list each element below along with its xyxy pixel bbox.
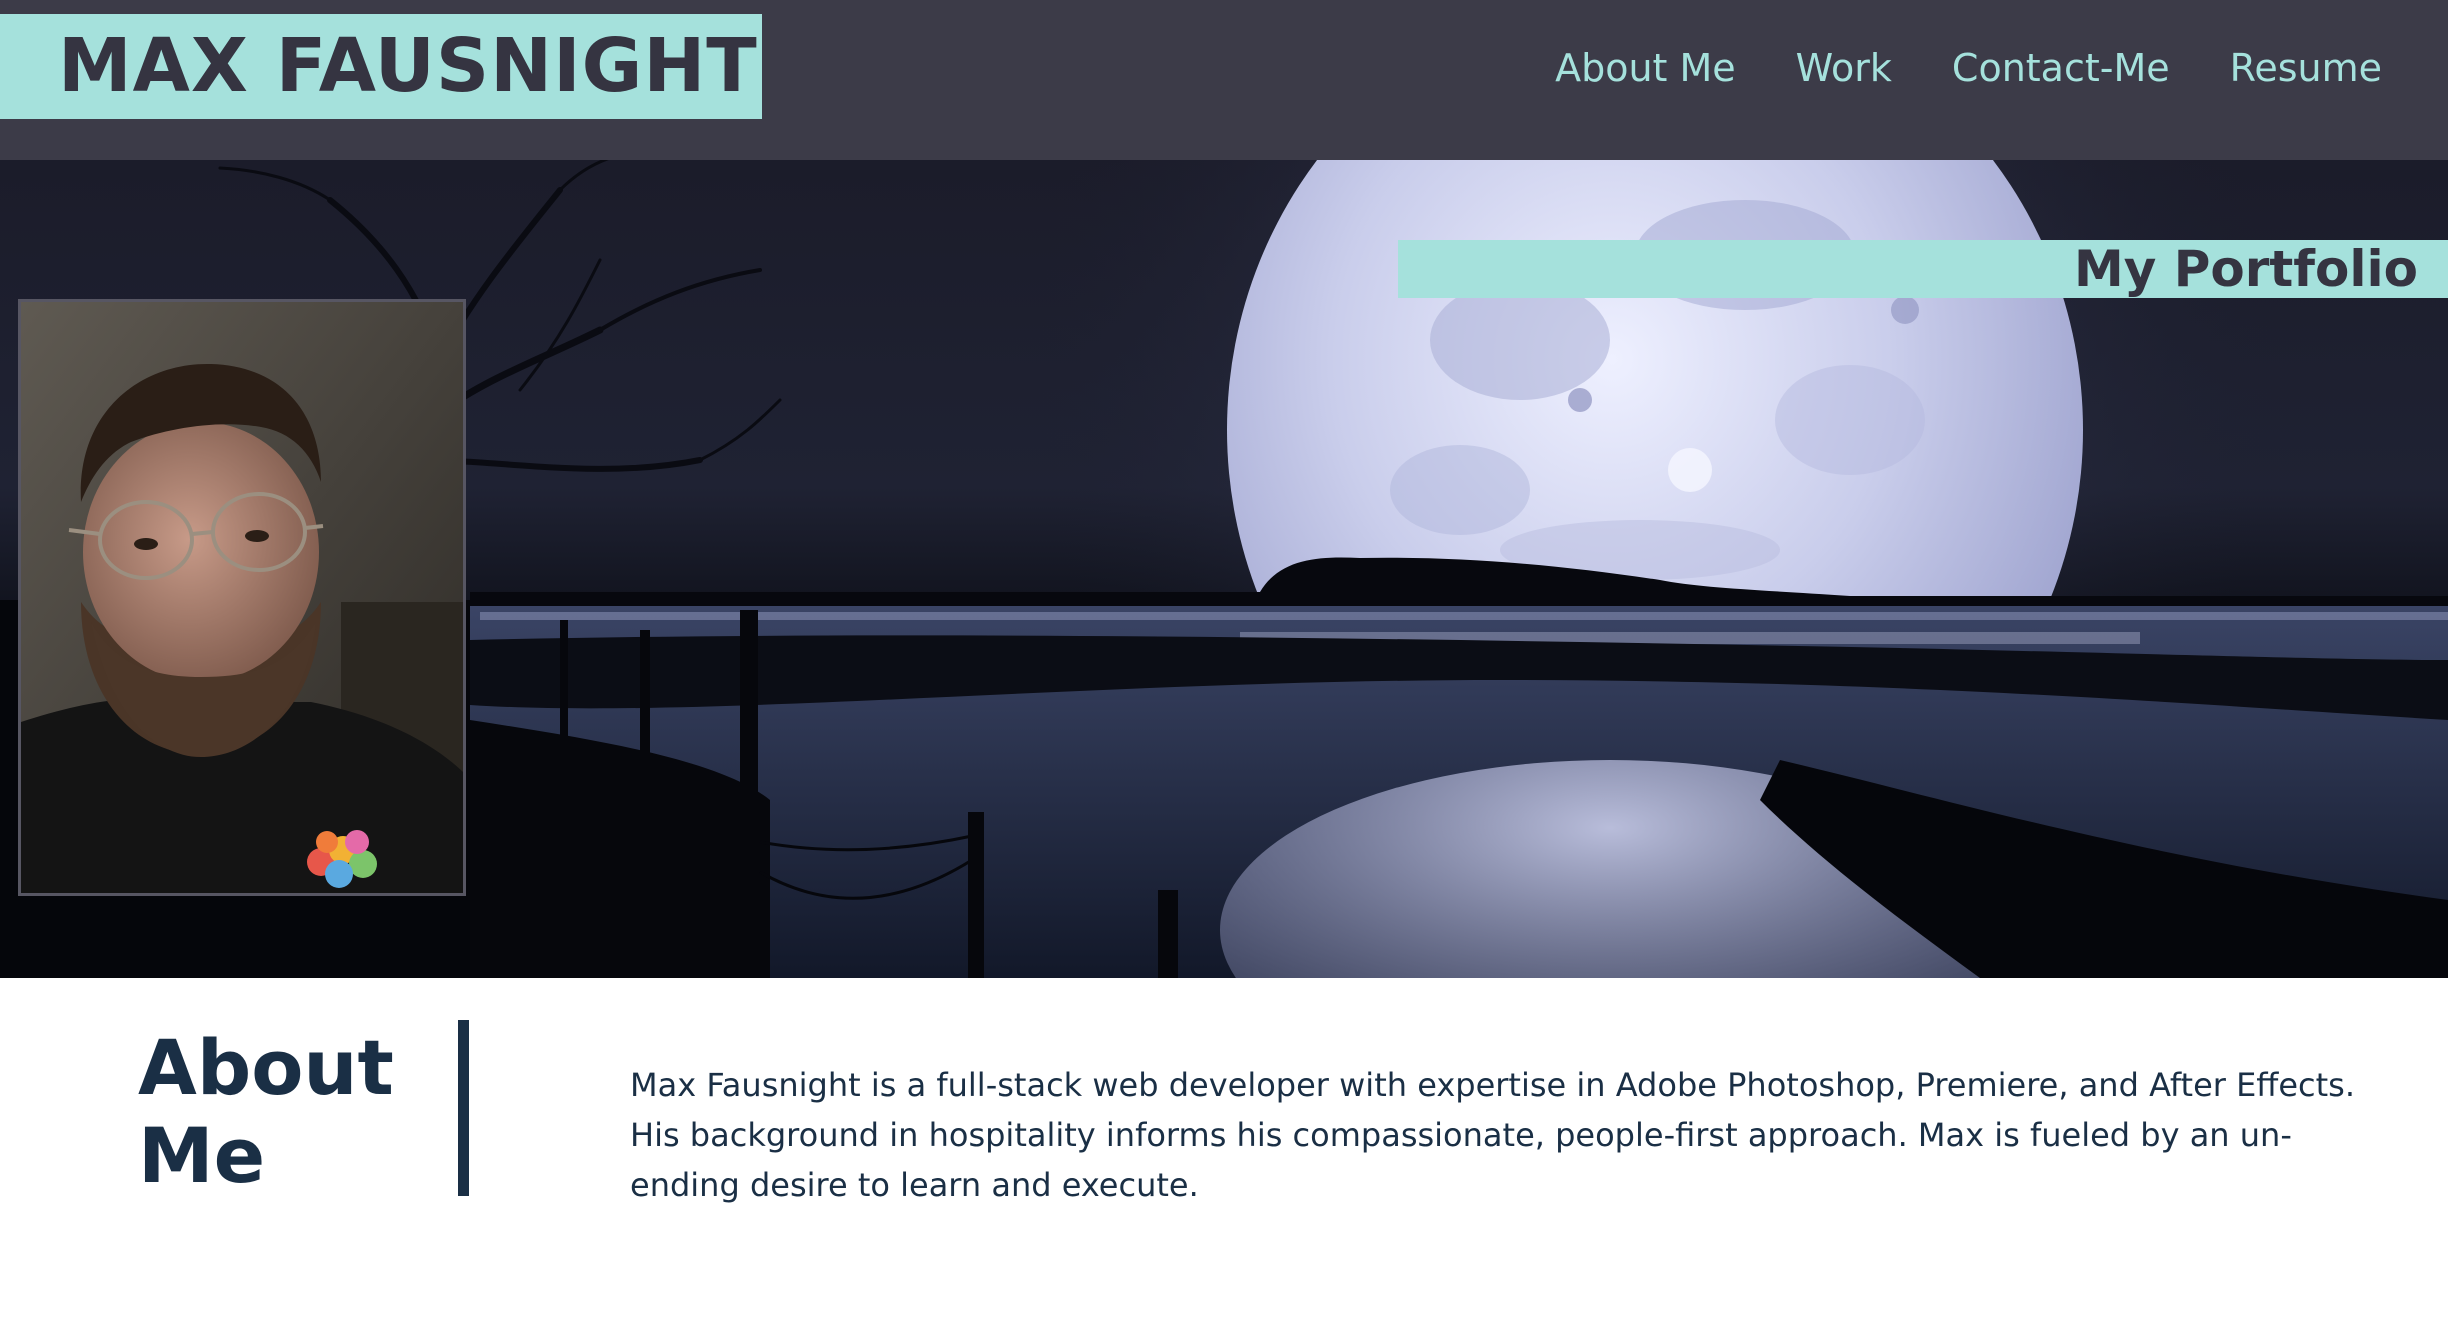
about-description: Max Fausnight is a full-stack web develo… bbox=[630, 1066, 2356, 1204]
portrait-image bbox=[21, 302, 463, 893]
nav-link-contact-me[interactable]: Contact-Me bbox=[1952, 38, 2170, 98]
profile-photo bbox=[18, 299, 466, 896]
nav-link-work[interactable]: Work bbox=[1796, 38, 1892, 98]
main-nav: About Me Work Contact-Me Resume bbox=[1555, 38, 2382, 98]
about-heading: About Me bbox=[138, 1023, 394, 1200]
portfolio-title: My Portfolio bbox=[2073, 240, 2418, 298]
hero-banner: My Portfolio bbox=[0, 160, 2448, 978]
nav-link-about-me[interactable]: About Me bbox=[1555, 38, 1736, 98]
brand-block[interactable]: MAX FAUSNIGHT bbox=[0, 14, 762, 119]
about-section: About Me Max Fausnight is a full-stack w… bbox=[0, 978, 2448, 1342]
about-divider bbox=[458, 1020, 469, 1196]
site-title[interactable]: MAX FAUSNIGHT bbox=[58, 24, 758, 108]
site-header: MAX FAUSNIGHT About Me Work Contact-Me R… bbox=[0, 0, 2448, 160]
portfolio-banner: My Portfolio bbox=[1398, 240, 2448, 298]
nav-link-resume[interactable]: Resume bbox=[2230, 38, 2382, 98]
